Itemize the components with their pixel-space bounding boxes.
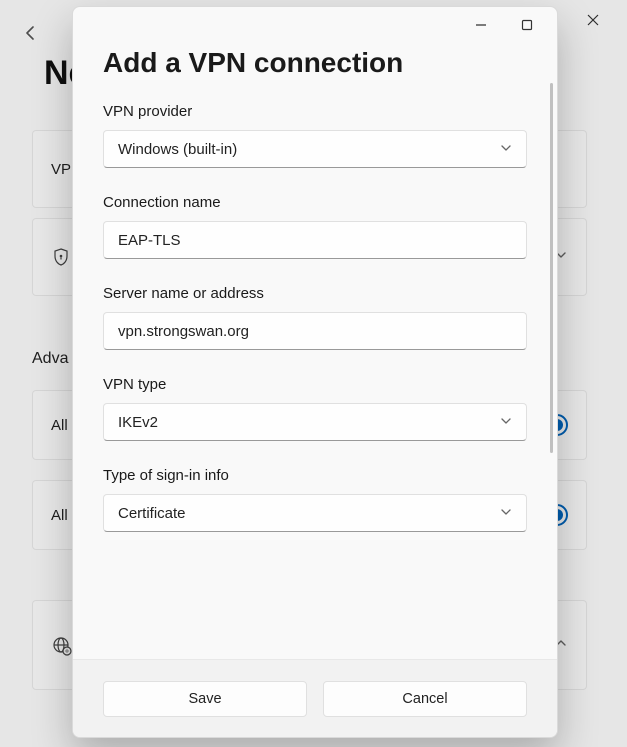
- server-address-label: Server name or address: [103, 285, 527, 302]
- dialog-titlebar: [73, 7, 557, 43]
- field-vpn-provider: VPN provider Windows (built-in): [103, 103, 527, 168]
- vpn-provider-select[interactable]: Windows (built-in): [103, 130, 527, 168]
- save-button[interactable]: Save: [103, 681, 307, 717]
- chevron-down-icon: [500, 506, 512, 521]
- minimize-button[interactable]: [467, 11, 495, 39]
- field-server-address: Server name or address: [103, 285, 527, 350]
- field-signin-type: Type of sign-in info Certificate: [103, 467, 527, 532]
- signin-type-select[interactable]: Certificate: [103, 494, 527, 532]
- dialog-body: Add a VPN connection VPN provider Window…: [73, 43, 557, 659]
- server-address-input[interactable]: [118, 323, 512, 340]
- chevron-down-icon: [500, 142, 512, 157]
- chevron-down-icon: [500, 415, 512, 430]
- vpn-type-value: IKEv2: [118, 414, 158, 431]
- cancel-button[interactable]: Cancel: [323, 681, 527, 717]
- add-vpn-dialog: Add a VPN connection VPN provider Window…: [72, 6, 558, 738]
- dialog-title: Add a VPN connection: [103, 45, 527, 81]
- maximize-button[interactable]: [513, 11, 541, 39]
- field-vpn-type: VPN type IKEv2: [103, 376, 527, 441]
- signin-type-value: Certificate: [118, 505, 186, 522]
- dialog-footer: Save Cancel: [73, 659, 557, 737]
- scrollbar[interactable]: [550, 83, 553, 453]
- vpn-type-select[interactable]: IKEv2: [103, 403, 527, 441]
- vpn-provider-value: Windows (built-in): [118, 141, 237, 158]
- vpn-type-label: VPN type: [103, 376, 527, 393]
- field-connection-name: Connection name: [103, 194, 527, 259]
- vpn-provider-label: VPN provider: [103, 103, 527, 120]
- connection-name-label: Connection name: [103, 194, 527, 211]
- server-address-input-wrap: [103, 312, 527, 350]
- signin-type-label: Type of sign-in info: [103, 467, 527, 484]
- connection-name-input[interactable]: [118, 232, 512, 249]
- connection-name-input-wrap: [103, 221, 527, 259]
